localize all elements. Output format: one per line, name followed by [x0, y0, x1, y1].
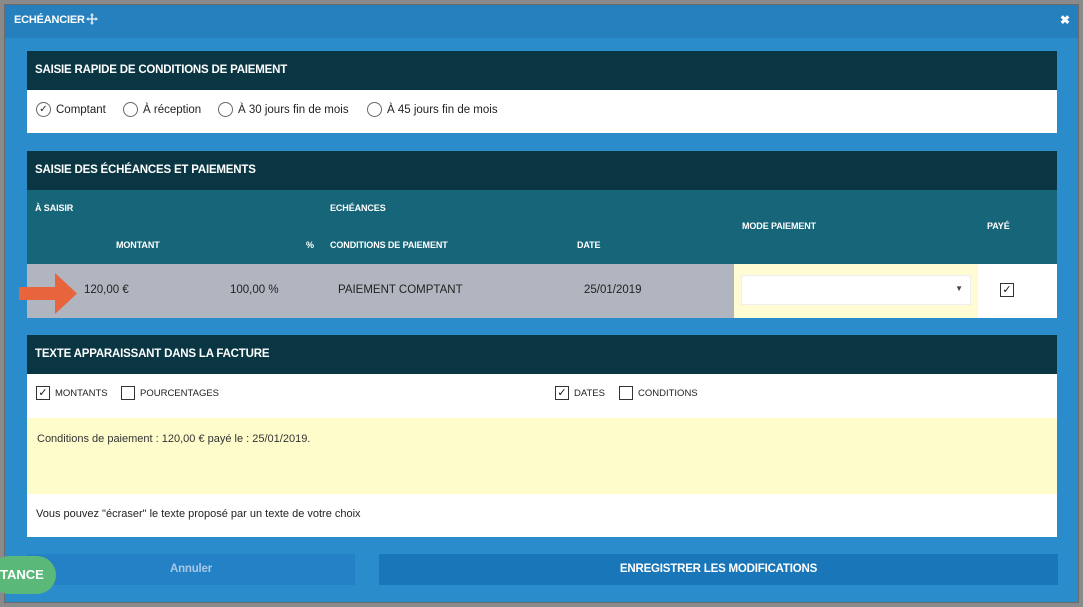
invoice-text-area[interactable]: Conditions de paiement : 120,00 € payé l…	[27, 418, 1057, 494]
cancel-button[interactable]: Annuler	[27, 554, 355, 585]
echeancier-dialog: ECHÉANCIER ✖ SAISIE RAPIDE DE CONDITIONS…	[4, 4, 1079, 603]
assistance-button[interactable]: TANCE	[0, 556, 56, 594]
save-button[interactable]: ENREGISTRER LES MODIFICATIONS	[379, 554, 1058, 585]
arrow-right-icon	[19, 273, 77, 314]
checkbox-empty-icon	[121, 386, 135, 400]
move-icon[interactable]	[86, 13, 98, 25]
radio-30-jours[interactable]: À 30 jours fin de mois	[218, 102, 349, 117]
dialog-title: ECHÉANCIER	[14, 14, 85, 26]
checkbox-montants[interactable]: ✓ MONTANTS	[36, 386, 108, 400]
radio-empty-icon	[123, 102, 138, 117]
invoice-text-options: ✓ MONTANTS POURCENTAGES ✓ DATES CONDITIO…	[27, 374, 1057, 418]
table-row: 120,00 € 100,00 % PAIEMENT COMPTANT 25/0…	[27, 264, 1057, 318]
checkbox-conditions[interactable]: CONDITIONS	[619, 386, 698, 400]
invoice-text-section: TEXTE APPARAISSANT DANS LA FACTURE ✓ MON…	[27, 335, 1057, 537]
col-mode-paiement: MODE PAIEMENT	[742, 221, 817, 231]
radio-45-jours[interactable]: À 45 jours fin de mois	[367, 102, 498, 117]
checkbox-label: DATES	[574, 387, 605, 399]
cell-percent: 100,00 %	[230, 284, 279, 296]
quick-conditions-section: SAISIE RAPIDE DE CONDITIONS DE PAIEMENT …	[27, 51, 1057, 133]
schedule-column-headers: À SAISIR MONTANT % ECHÉANCES CONDITIONS …	[27, 190, 1057, 264]
mode-paiement-select[interactable]: ▼	[741, 275, 971, 305]
checkbox-checked-icon: ✓	[1000, 283, 1014, 297]
cell-date: 25/01/2019	[584, 284, 642, 296]
paye-checkbox[interactable]: ✓	[1000, 283, 1014, 297]
schedule-header: SAISIE DES ÉCHÉANCES ET PAIEMENTS	[27, 151, 1057, 190]
dropdown-caret-icon: ▼	[955, 284, 963, 293]
quick-conditions-header: SAISIE RAPIDE DE CONDITIONS DE PAIEMENT	[27, 51, 1057, 90]
invoice-text-header: TEXTE APPARAISSANT DANS LA FACTURE	[27, 335, 1057, 374]
invoice-text-note: Vous pouvez "écraser" le texte proposé p…	[27, 494, 1057, 537]
radio-label: Comptant	[56, 103, 106, 116]
col-percent: %	[306, 240, 314, 250]
checkbox-label: MONTANTS	[55, 387, 108, 399]
col-paye: PAYÉ	[987, 221, 1010, 231]
checkbox-checked-icon: ✓	[36, 386, 50, 400]
checkbox-dates[interactable]: ✓ DATES	[555, 386, 605, 400]
cell-conditions: PAIEMENT COMPTANT	[338, 284, 463, 296]
radio-a-reception[interactable]: À réception	[123, 102, 201, 117]
close-icon[interactable]: ✖	[1060, 13, 1070, 27]
checkbox-label: POURCENTAGES	[140, 387, 220, 399]
checkbox-pourcentages[interactable]: POURCENTAGES	[121, 386, 219, 400]
radio-label: À 30 jours fin de mois	[238, 103, 349, 116]
col-a-saisir: À SAISIR	[35, 203, 74, 213]
quick-conditions-options: ✓ Comptant À réception À 30 jours fin de…	[27, 90, 1057, 133]
checkbox-label: CONDITIONS	[638, 387, 698, 399]
radio-empty-icon	[367, 102, 382, 117]
col-echeances: ECHÉANCES	[330, 203, 386, 213]
radio-comptant[interactable]: ✓ Comptant	[36, 102, 106, 117]
radio-label: À réception	[143, 103, 202, 116]
title-bar[interactable]: ECHÉANCIER ✖	[5, 5, 1078, 38]
radio-checked-icon: ✓	[36, 102, 51, 117]
col-montant: MONTANT	[116, 240, 160, 250]
cell-montant: 120,00 €	[84, 284, 129, 296]
checkbox-checked-icon: ✓	[555, 386, 569, 400]
col-date: DATE	[577, 240, 601, 250]
col-conditions: CONDITIONS DE PAIEMENT	[330, 240, 448, 250]
schedule-section: SAISIE DES ÉCHÉANCES ET PAIEMENTS À SAIS…	[27, 151, 1057, 318]
checkbox-empty-icon	[619, 386, 633, 400]
radio-label: À 45 jours fin de mois	[387, 103, 498, 116]
radio-empty-icon	[218, 102, 233, 117]
